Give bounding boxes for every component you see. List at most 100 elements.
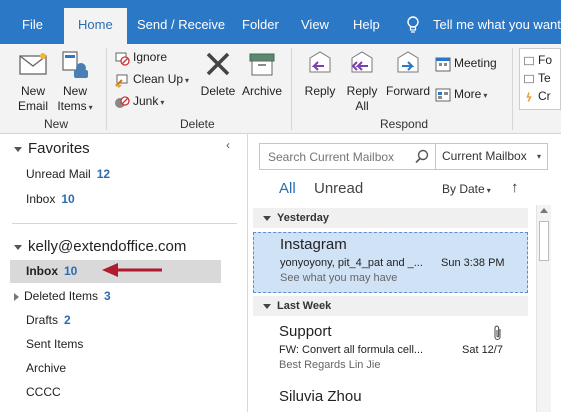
tab-file[interactable]: File bbox=[22, 8, 43, 44]
junk-button[interactable]: Junk ▾ bbox=[114, 92, 164, 110]
new-items-button[interactable]: New Items ▾ bbox=[56, 48, 94, 115]
search-scope-dropdown[interactable]: Current Mailbox ▾ bbox=[436, 143, 548, 170]
collapse-triangle-icon bbox=[14, 146, 22, 152]
unread-count: 3 bbox=[104, 289, 111, 303]
quick-step-3[interactable]: Cr bbox=[523, 87, 551, 105]
collapse-triangle-icon bbox=[14, 244, 22, 250]
pointer-arrow-icon bbox=[102, 263, 162, 277]
chevron-down-icon: ▾ bbox=[88, 103, 93, 112]
collapse-pane-chevron-icon[interactable]: ‹ bbox=[226, 138, 230, 152]
forward-icon bbox=[397, 51, 419, 73]
meeting-button[interactable]: Meeting bbox=[435, 54, 497, 72]
sort-direction-up-icon[interactable]: ↑ bbox=[511, 179, 519, 196]
favorites-header[interactable]: Favorites bbox=[14, 140, 90, 157]
message-item[interactable]: Support FW: Convert all formula cell... … bbox=[253, 320, 528, 380]
group-divider bbox=[512, 48, 513, 130]
quick-steps-gallery[interactable]: Fo Te Cr bbox=[519, 48, 561, 110]
group-title: Last Week bbox=[277, 300, 332, 312]
account-header[interactable]: kelly@extendoffice.com bbox=[14, 238, 186, 255]
message-subject: FW: Convert all formula cell... bbox=[279, 344, 424, 356]
move-to-icon bbox=[524, 56, 534, 65]
ignore-button[interactable]: Ignore bbox=[114, 48, 167, 66]
new-items-label-1: New bbox=[62, 84, 87, 98]
expand-triangle-icon[interactable] bbox=[14, 292, 19, 301]
search-input[interactable] bbox=[260, 144, 408, 169]
quick-step-1[interactable]: Fo bbox=[523, 51, 552, 69]
new-email-label-1: New bbox=[20, 84, 45, 98]
unread-count: 10 bbox=[64, 264, 78, 278]
forward-button[interactable]: Forward bbox=[384, 48, 432, 99]
scroll-up-arrow-icon[interactable] bbox=[540, 208, 548, 213]
new-email-button[interactable]: New Email bbox=[14, 48, 52, 114]
folder-item-deleted-items[interactable]: Deleted Items 3 bbox=[14, 289, 111, 303]
folder-name: Unread Mail bbox=[26, 167, 91, 181]
paperclip-icon bbox=[494, 325, 501, 341]
message-preview: See what you may have bbox=[280, 272, 398, 284]
reply-all-button[interactable]: Reply All bbox=[344, 48, 380, 114]
chevron-down-icon: ▾ bbox=[483, 91, 488, 100]
group-header-yesterday[interactable]: Yesterday bbox=[253, 208, 528, 228]
clean-up-label: Clean Up bbox=[133, 72, 184, 86]
more-label: More bbox=[454, 87, 482, 101]
folder-item-unread-mail[interactable]: Unread Mail 12 bbox=[26, 167, 110, 181]
tab-view[interactable]: View bbox=[301, 8, 329, 44]
lightbulb-icon bbox=[407, 16, 419, 33]
tab-folder[interactable]: Folder bbox=[242, 8, 279, 44]
tab-home[interactable]: Home bbox=[64, 8, 127, 45]
message-item-selected[interactable]: Instagram yonyoyony, pit_4_pat and _... … bbox=[253, 232, 528, 293]
tell-me-search[interactable]: Tell me what you want t bbox=[433, 8, 561, 44]
message-item[interactable]: Siluvia Zhou bbox=[253, 382, 528, 412]
folder-item-favorites-inbox[interactable]: Inbox 10 bbox=[26, 192, 75, 206]
sort-by-dropdown[interactable]: By Date ▾ bbox=[442, 182, 491, 196]
reply-label: Reply bbox=[304, 84, 336, 98]
archive-button[interactable]: Archive bbox=[240, 48, 284, 99]
message-sender: Support bbox=[279, 323, 332, 340]
quick-step-3-label: Cr bbox=[538, 89, 551, 103]
folder-item-drafts[interactable]: Drafts 2 bbox=[26, 313, 71, 327]
junk-icon bbox=[115, 96, 130, 108]
folder-name: Sent Items bbox=[26, 337, 84, 351]
message-preview: Best Regards Lin Jie bbox=[279, 359, 381, 371]
new-items-label-2: Items bbox=[57, 99, 87, 113]
group-label-delete: Delete bbox=[180, 117, 215, 131]
filter-all-tab[interactable]: All bbox=[279, 180, 296, 197]
clean-up-button[interactable]: Clean Up ▾ bbox=[114, 70, 189, 88]
chevron-down-icon: ▾ bbox=[536, 152, 541, 161]
scrollbar-thumb[interactable] bbox=[539, 221, 549, 261]
tab-help[interactable]: Help bbox=[353, 8, 380, 44]
delete-button[interactable]: Delete bbox=[198, 48, 238, 99]
favorites-title: Favorites bbox=[28, 140, 90, 157]
chevron-down-icon: ▾ bbox=[160, 98, 165, 107]
message-sender: Siluvia Zhou bbox=[279, 388, 362, 405]
message-list-pane: Current Mailbox ▾ All Unread By Date▾ ↑ Y… bbox=[249, 134, 561, 412]
create-new-icon bbox=[526, 92, 532, 102]
folder-item-sent-items[interactable]: Sent Items bbox=[26, 337, 83, 351]
search-scope-label: Current Mailbox bbox=[442, 149, 527, 163]
group-header-last-week[interactable]: Last Week bbox=[253, 296, 528, 316]
reply-button[interactable]: Reply bbox=[302, 48, 338, 99]
quick-step-2-label: Te bbox=[538, 71, 551, 85]
archive-label: Archive bbox=[241, 84, 282, 98]
folder-item-archive[interactable]: Archive bbox=[26, 361, 66, 375]
reply-icon bbox=[309, 51, 331, 73]
quick-step-2[interactable]: Te bbox=[523, 69, 551, 87]
group-divider bbox=[291, 48, 292, 130]
more-icon bbox=[435, 88, 451, 102]
forward-label: Forward bbox=[385, 84, 430, 98]
group-title: Yesterday bbox=[277, 212, 329, 224]
filter-unread-tab[interactable]: Unread bbox=[314, 180, 363, 197]
junk-label: Junk bbox=[133, 94, 159, 108]
new-items-icon bbox=[62, 51, 88, 78]
more-respond-button[interactable]: More ▾ bbox=[435, 85, 487, 103]
folder-item-cccc[interactable]: CCCC bbox=[26, 385, 61, 399]
folder-item-inbox[interactable]: Inbox 10 bbox=[26, 264, 77, 278]
tab-send-receive[interactable]: Send / Receive bbox=[137, 8, 225, 44]
search-icon[interactable] bbox=[415, 149, 429, 163]
ignore-icon bbox=[115, 52, 130, 66]
reply-all-icon bbox=[351, 51, 373, 73]
delete-label: Delete bbox=[200, 84, 236, 98]
collapse-triangle-icon bbox=[263, 303, 271, 309]
message-time: Sat 12/7 bbox=[462, 344, 503, 356]
ribbon: New Email New Items ▾ New Ignore Clean Up… bbox=[0, 44, 561, 134]
message-list-scrollbar[interactable] bbox=[536, 205, 551, 412]
